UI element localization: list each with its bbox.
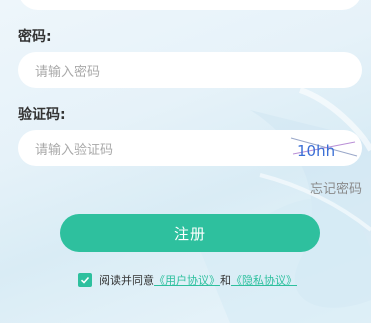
previous-input-field[interactable] [18, 0, 362, 10]
privacy-agreement-link[interactable]: 《隐私协议》 [231, 272, 297, 288]
agreement-and: 和 [220, 274, 231, 287]
password-label: 密码: [18, 29, 52, 45]
captcha-image[interactable]: 10hh [289, 130, 359, 164]
check-icon [80, 276, 90, 284]
captcha-label: 验证码: [18, 107, 66, 123]
captcha-placeholder: 请输入验证码 [35, 142, 114, 158]
agreement-row: 阅读并同意 《用户协议》 和 《隐私协议》 [78, 272, 297, 288]
user-agreement-link[interactable]: 《用户协议》 [154, 272, 220, 288]
captcha-image-text: 10hh [297, 142, 335, 160]
password-input[interactable]: 请输入密码 [18, 52, 362, 88]
agreement-checkbox[interactable] [78, 273, 92, 287]
password-placeholder: 请输入密码 [35, 64, 101, 80]
agreement-prefix: 阅读并同意 [99, 274, 154, 287]
forgot-password-link[interactable]: 忘记密码 [310, 178, 362, 197]
register-button[interactable]: 注册 [60, 214, 320, 252]
